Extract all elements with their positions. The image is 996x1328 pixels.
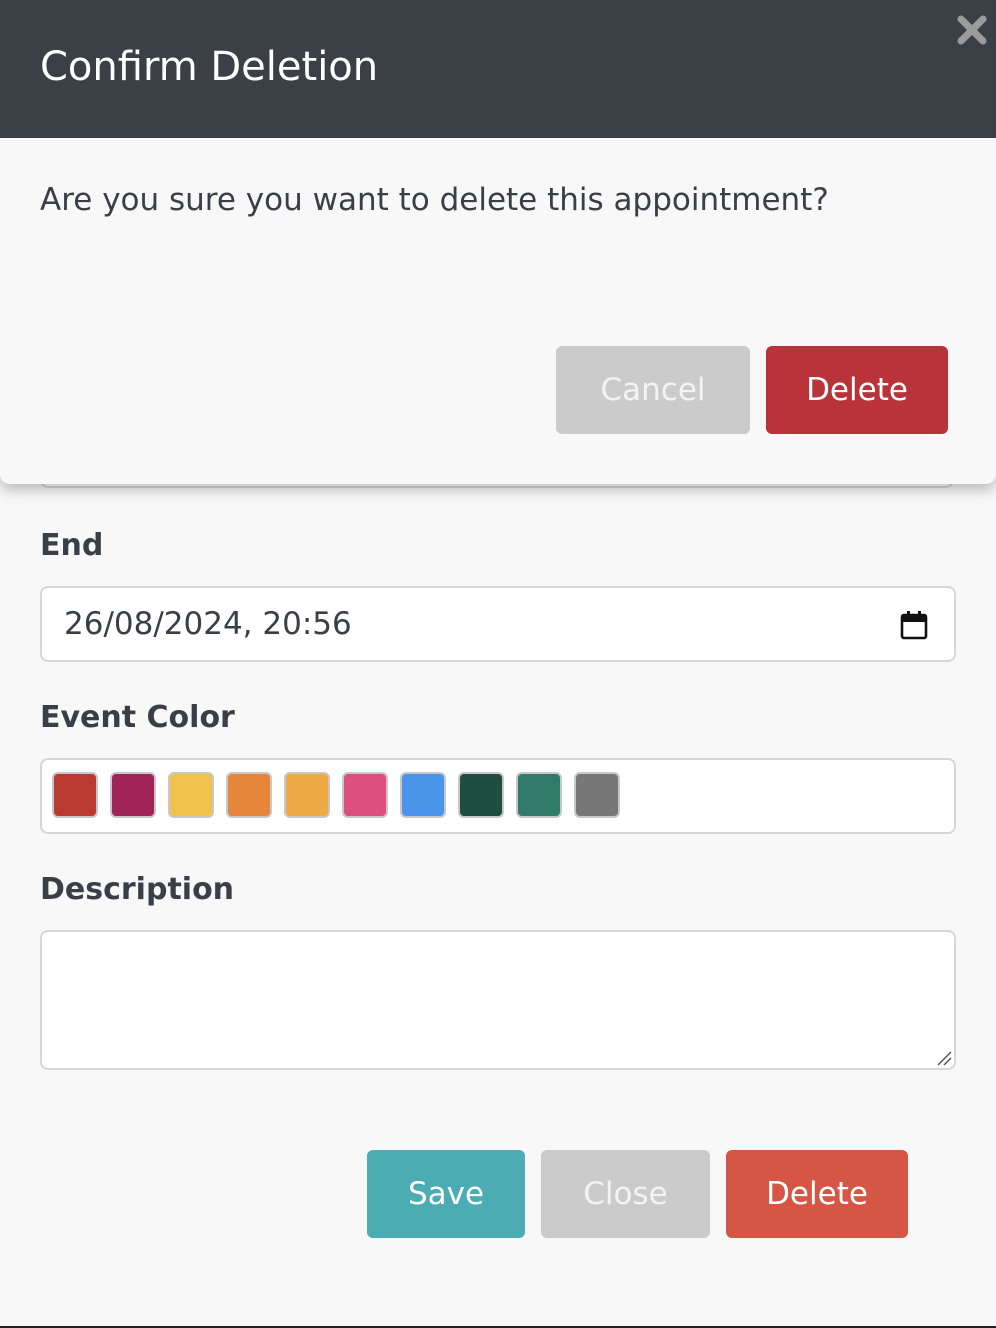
color-swatch[interactable] — [516, 772, 562, 818]
cancel-button[interactable]: Cancel — [556, 346, 750, 434]
end-label: End — [40, 528, 104, 563]
dialog-title: Confirm Deletion — [40, 44, 379, 90]
description-label: Description — [40, 872, 235, 907]
color-swatch[interactable] — [574, 772, 620, 818]
confirm-delete-button[interactable]: Delete — [766, 346, 948, 434]
color-swatch[interactable] — [52, 772, 98, 818]
end-datetime-input[interactable]: 26/08/2024, 20:56 — [40, 586, 956, 662]
event-color-picker — [40, 758, 956, 834]
color-swatch[interactable] — [458, 772, 504, 818]
end-datetime-value: 26/08/2024, 20:56 — [64, 606, 352, 642]
calendar-icon[interactable] — [900, 610, 928, 640]
color-swatch[interactable] — [226, 772, 272, 818]
dialog-message: Are you sure you want to delete this app… — [40, 182, 829, 218]
delete-button[interactable]: Delete — [726, 1150, 908, 1238]
description-textarea[interactable] — [40, 930, 956, 1070]
event-color-label: Event Color — [40, 700, 235, 735]
color-swatch[interactable] — [400, 772, 446, 818]
close-button[interactable]: Close — [541, 1150, 710, 1238]
save-button[interactable]: Save — [367, 1150, 525, 1238]
color-swatch[interactable] — [110, 772, 156, 818]
confirm-deletion-dialog: Confirm Deletion Are you sure you want t… — [0, 0, 996, 484]
color-swatch[interactable] — [168, 772, 214, 818]
dialog-header: Confirm Deletion — [0, 0, 996, 138]
resize-grip-icon[interactable] — [936, 1050, 952, 1066]
color-swatch[interactable] — [284, 772, 330, 818]
close-icon[interactable] — [956, 14, 988, 46]
color-swatch[interactable] — [342, 772, 388, 818]
